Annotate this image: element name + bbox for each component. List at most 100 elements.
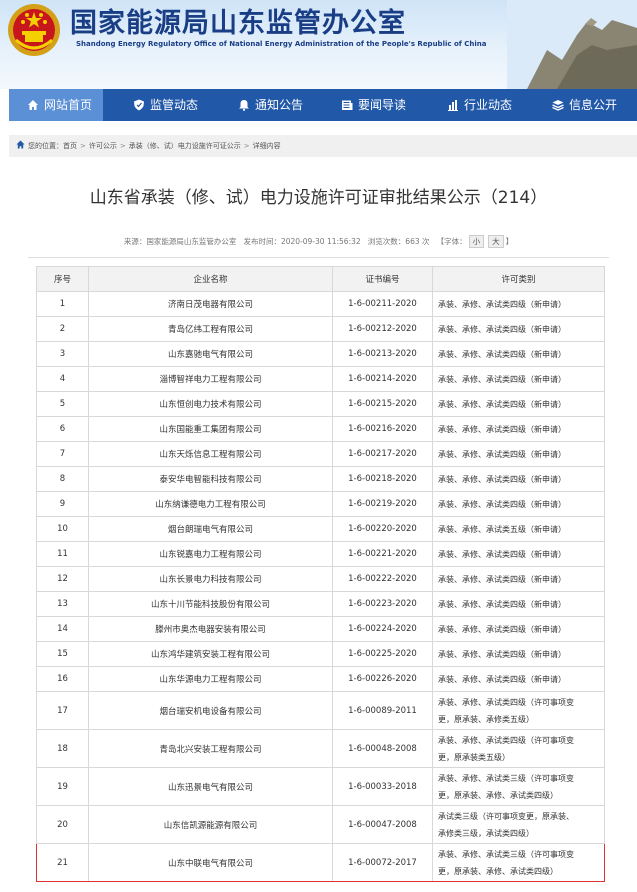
nav-label-disclosure: 信息公开 [569, 98, 618, 112]
permit-category-line: 承装、承修、承试类四级（许可事项变 [438, 697, 574, 707]
breadcrumb-item-category[interactable]: 承装（修、试）电力设施许可证公示 [129, 142, 241, 150]
cert-number-cell: 1-6-00033-2018 [332, 767, 433, 806]
breadcrumb: 您的位置：首页 > 许可公示 > 承装（修、试）电力设施许可证公示 > 详细内容 [9, 135, 637, 157]
row-no-cell: 14 [36, 616, 89, 642]
header-category: 许可类别 [432, 266, 605, 292]
permit-category-cell: 承装、承修、承试类四级（新申请） [432, 666, 605, 692]
article-title: 山东省承装（修、试）电力设施许可证审批结果公示（214） [89, 188, 548, 208]
table-row: 4 淄博智祥电力工程有限公司 1-6-00214-2020 承装、承修、承试类四级（新… [36, 366, 605, 392]
permit-category-line: 承修类三级，承试类四级） [438, 828, 534, 838]
table-row: 19 山东迅景电气有限公司 1-6-00033-2018 承装、承修、承试类三级（许可… [36, 767, 605, 806]
nav-item-news[interactable]: 要闻导读 [341, 89, 406, 121]
row-no-cell: 20 [36, 805, 89, 844]
bell-icon [239, 100, 249, 111]
permit-category-cell: 承装、承修、承试类四级（新申请） [432, 466, 605, 492]
permit-category-line: 承试类三级（许可事项变更，原承装、 [438, 811, 574, 821]
company-name-cell: 山东迅景电气有限公司 [88, 767, 333, 806]
row-no-cell: 7 [36, 441, 89, 467]
permit-category-cell: 承装、承修、承试类四级（新申请） [432, 366, 605, 392]
table-body: 1 济南日茂电器有限公司 1-6-00211-2020 承装、承修、承试类四级（新申请… [36, 291, 605, 882]
nav-item-supervision[interactable]: 监管动态 [133, 89, 198, 121]
home-icon [16, 140, 25, 149]
company-name-cell: 山东鸿华建筑安装工程有限公司 [88, 641, 333, 667]
company-name-cell: 烟台瑞安机电设备有限公司 [88, 691, 333, 730]
breadcrumb-item-home[interactable]: 首页 [63, 142, 77, 150]
site-subtitle: Shandong Energy Regulatory Office of Nat… [76, 40, 487, 48]
cert-number-cell: 1-6-00047-2008 [332, 805, 433, 844]
font-size-close: 】 [505, 237, 514, 246]
row-no-cell: 1 [36, 291, 89, 317]
company-name-cell: 烟台朗瑞电气有限公司 [88, 516, 333, 542]
cert-number-cell: 1-6-00225-2020 [332, 641, 433, 667]
shield-icon [134, 99, 144, 111]
table-row: 18 青岛北兴安装工程有限公司 1-6-00048-2008 承装、承修、承试类四级（… [36, 729, 605, 768]
table-row: 1 济南日茂电器有限公司 1-6-00211-2020 承装、承修、承试类四级（新申请… [36, 291, 605, 317]
permit-category-cell: 承装、承修、承试类四级（新申请） [432, 341, 605, 367]
permit-category-cell: 承装、承修、承试类四级（新申请） [432, 291, 605, 317]
permit-category-cell: 承装、承修、承试类四级（新申请） [432, 491, 605, 517]
company-name-cell: 山东纳谦德电力工程有限公司 [88, 491, 333, 517]
company-name-cell: 滕州市奥杰电器安装有限公司 [88, 616, 333, 642]
cert-number-cell: 1-6-00048-2008 [332, 729, 433, 768]
newspaper-icon [342, 100, 353, 110]
font-size-label: 【字体： [436, 237, 467, 246]
row-no-cell: 5 [36, 391, 89, 417]
permit-category-cell: 承装、承修、承试类四级（新申请） [432, 591, 605, 617]
permit-category-cell: 承装、承修、承试类四级（新申请） [432, 541, 605, 567]
row-no-cell: 10 [36, 516, 89, 542]
site-title: 国家能源局山东监管办公室 [70, 8, 406, 39]
cert-number-cell: 1-6-00089-2011 [332, 691, 433, 730]
cert-number-cell: 1-6-00226-2020 [332, 666, 433, 692]
permit-category-cell: 承装、承修、承试类四级（许可事项变 更，原承装类五级） [432, 729, 605, 768]
nav-item-industry[interactable]: 行业动态 [447, 89, 512, 121]
nav-item-home[interactable]: 网站首页 [9, 89, 103, 121]
table-row: 5 山东恒创电力技术有限公司 1-6-00215-2020 承装、承修、承试类四级（新… [36, 391, 605, 417]
company-name-cell: 山东长景电力科技有限公司 [88, 566, 333, 592]
title-divider [28, 257, 609, 258]
row-no-cell: 8 [36, 466, 89, 492]
row-no-cell: 18 [36, 729, 89, 768]
table-header-row: 序号 企业名称 证书编号 许可类别 [36, 266, 605, 292]
permit-category-cell: 承装、承修、承试类三级（许可事项变 更，原承装、承修、承试类四级） [432, 767, 605, 806]
article-publish-time: 发布时间：2020-09-30 11:56:32 [243, 237, 361, 246]
breadcrumb-item-current: 详细内容 [252, 142, 281, 150]
nav-item-disclosure[interactable]: 信息公开 [552, 89, 617, 121]
row-no-cell: 19 [36, 767, 89, 806]
permit-category-cell: 承装、承修、承试类四级（许可事项变 更，原承装、承修类五级） [432, 691, 605, 730]
row-no-cell: 21 [36, 843, 89, 882]
company-name-cell: 山东信凯源能源有限公司 [88, 805, 333, 844]
row-no-cell: 3 [36, 341, 89, 367]
cert-number-cell: 1-6-00212-2020 [332, 316, 433, 342]
article-views: 浏览次数：663 次 [367, 237, 430, 246]
national-emblem-icon [8, 4, 60, 56]
company-name-cell: 山东中联电气有限公司 [88, 843, 333, 882]
nav-label-news: 要闻导读 [358, 98, 407, 112]
table-row: 11 山东锐嘉电力工程有限公司 1-6-00221-2020 承装、承修、承试类四级（… [36, 541, 605, 567]
permit-category-line: 更，原承装类五级） [438, 752, 510, 762]
breadcrumb-item-permit-publicity[interactable]: 许可公示 [89, 142, 117, 150]
row-no-cell: 2 [36, 316, 89, 342]
row-no-cell: 11 [36, 541, 89, 567]
company-name-cell: 山东国能重工集团有限公司 [88, 416, 333, 442]
nav-item-notices[interactable]: 通知公告 [238, 89, 303, 121]
table-row: 17 烟台瑞安机电设备有限公司 1-6-00089-2011 承装、承修、承试类四级（… [36, 691, 605, 730]
font-small-button[interactable]: 小 [468, 235, 485, 248]
permit-category-cell: 承装、承修、承试类四级（新申请） [432, 316, 605, 342]
main-nav: 网站首页 监管动态 通知公告 要闻导读 行业动态 信息公开 [9, 89, 637, 121]
cert-number-cell: 1-6-00072-2017 [332, 843, 433, 882]
cert-number-cell: 1-6-00216-2020 [332, 416, 433, 442]
cert-number-cell: 1-6-00218-2020 [332, 466, 433, 492]
nav-label-notices: 通知公告 [255, 98, 304, 112]
layers-icon [552, 100, 564, 111]
permit-category-line: 更，原承装、承修、承试类四级） [438, 866, 558, 876]
breadcrumb-prefix: 您的位置： [28, 142, 63, 150]
row-no-cell: 15 [36, 641, 89, 667]
cert-number-cell: 1-6-00211-2020 [332, 291, 433, 317]
table-row: 12 山东长景电力科技有限公司 1-6-00222-2020 承装、承修、承试类四级（… [36, 566, 605, 592]
row-no-cell: 6 [36, 416, 89, 442]
home-icon [28, 100, 38, 110]
row-no-cell: 17 [36, 691, 89, 730]
header-no: 序号 [36, 266, 89, 292]
font-large-button[interactable]: 大 [488, 235, 504, 248]
nav-label-industry: 行业动态 [464, 98, 513, 112]
